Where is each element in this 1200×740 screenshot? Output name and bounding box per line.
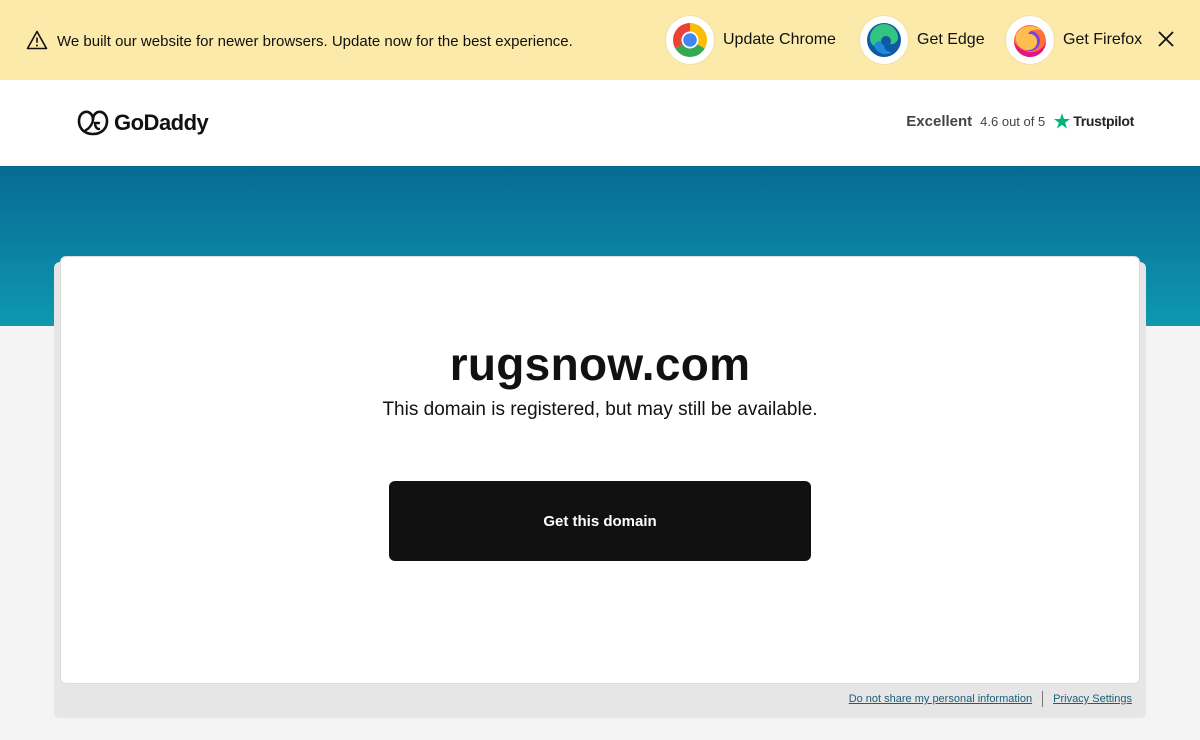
chrome-icon bbox=[666, 16, 714, 64]
footer-divider bbox=[1042, 691, 1044, 707]
trustpilot-rating[interactable]: Excellent 4.6 out of 5 Trustpilot bbox=[906, 112, 1134, 130]
browser-update-banner: We built our website for newer browsers.… bbox=[0, 0, 1200, 80]
footer-links: Do not share my personal information Pri… bbox=[849, 691, 1132, 707]
get-this-domain-button[interactable]: Get this domain bbox=[389, 481, 811, 561]
get-firefox-label: Get Firefox bbox=[1063, 31, 1143, 48]
banner-message: We built our website for newer browsers.… bbox=[57, 33, 573, 50]
logo-text: GoDaddy bbox=[114, 110, 209, 135]
get-edge-link[interactable]: Get Edge bbox=[860, 16, 985, 64]
godaddy-mark-icon bbox=[77, 110, 109, 136]
rating-score: 4.6 out of 5 bbox=[980, 113, 1046, 129]
domain-card: rugsnow.com This domain is registered, b… bbox=[60, 256, 1140, 684]
close-icon[interactable] bbox=[1156, 29, 1176, 49]
edge-icon bbox=[860, 16, 908, 64]
firefox-icon bbox=[1006, 16, 1054, 64]
do-not-share-link[interactable]: Do not share my personal information bbox=[849, 693, 1032, 705]
get-edge-label: Get Edge bbox=[917, 31, 985, 48]
domain-status-text: This domain is registered, but may still… bbox=[382, 399, 818, 420]
warning-icon bbox=[26, 30, 48, 50]
privacy-settings-link[interactable]: Privacy Settings bbox=[1053, 693, 1132, 705]
domain-name: rugsnow.com bbox=[449, 338, 751, 390]
rating-word: Excellent bbox=[906, 112, 973, 130]
update-chrome-label: Update Chrome bbox=[723, 31, 836, 48]
get-firefox-link[interactable]: Get Firefox bbox=[1006, 16, 1142, 64]
trustpilot-brand: Trustpilot bbox=[1073, 113, 1134, 129]
update-chrome-link[interactable]: Update Chrome bbox=[666, 16, 836, 64]
godaddy-logo[interactable]: GoDaddy bbox=[77, 109, 209, 137]
trustpilot-star-icon bbox=[1054, 113, 1071, 129]
